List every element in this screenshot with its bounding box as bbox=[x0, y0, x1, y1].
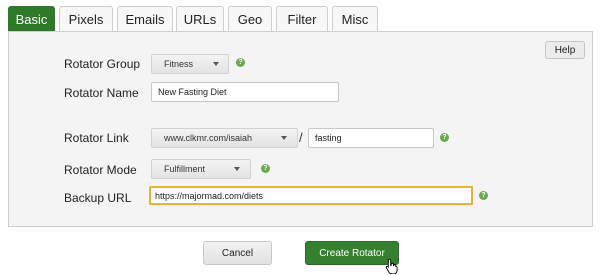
help-question-icon[interactable]: ? bbox=[236, 58, 245, 67]
help-question-icon[interactable]: ? bbox=[261, 164, 270, 173]
rotator-name-input[interactable]: New Fasting Diet bbox=[151, 82, 339, 102]
tab-filter[interactable]: Filter bbox=[276, 6, 328, 32]
rotator-link-slug-input[interactable]: fasting bbox=[308, 128, 434, 148]
link-separator: / bbox=[299, 130, 303, 145]
backup-url-label: Backup URL bbox=[64, 191, 132, 205]
rotator-link-label: Rotator Link bbox=[64, 131, 129, 145]
cancel-button[interactable]: Cancel bbox=[203, 241, 272, 265]
tab-emails[interactable]: Emails bbox=[117, 6, 173, 32]
rotator-mode-label: Rotator Mode bbox=[64, 163, 137, 177]
rotator-link-domain-select[interactable]: www.clkmr.com/isaiah bbox=[151, 128, 298, 148]
help-question-icon[interactable]: ? bbox=[479, 191, 488, 200]
tab-basic[interactable]: Basic bbox=[8, 6, 55, 32]
tab-geo[interactable]: Geo bbox=[228, 6, 272, 32]
tab-urls[interactable]: URLs bbox=[176, 6, 224, 32]
rotator-link-domain-value: www.clkmr.com/isaiah bbox=[164, 133, 253, 143]
dropdown-caret-icon bbox=[234, 167, 240, 171]
rotator-mode-select[interactable]: Fulfillment bbox=[151, 159, 251, 179]
dropdown-caret-icon bbox=[281, 136, 287, 140]
hand-pointer-cursor-icon bbox=[385, 258, 398, 274]
dropdown-caret-icon bbox=[213, 62, 219, 66]
tab-pixels[interactable]: Pixels bbox=[59, 6, 113, 32]
tab-misc[interactable]: Misc bbox=[332, 6, 378, 32]
rotator-group-select[interactable]: Fitness bbox=[151, 54, 229, 74]
help-button[interactable]: Help bbox=[545, 41, 585, 59]
backup-url-input[interactable]: https://majormad.com/diets bbox=[149, 186, 473, 205]
help-question-icon[interactable]: ? bbox=[440, 133, 449, 142]
rotator-name-label: Rotator Name bbox=[64, 86, 139, 100]
rotator-group-value: Fitness bbox=[164, 59, 194, 69]
rotator-group-label: Rotator Group bbox=[64, 57, 141, 71]
rotator-mode-value: Fulfillment bbox=[164, 164, 206, 174]
